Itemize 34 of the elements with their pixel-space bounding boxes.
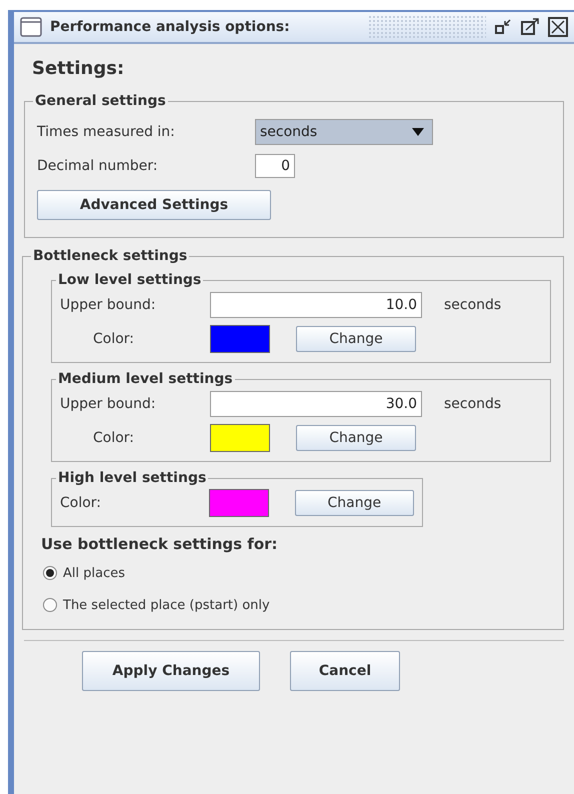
group-title: General settings	[34, 93, 167, 109]
field-label: Upper bound:	[60, 396, 157, 412]
upper-bound-field[interactable]: 10.0	[210, 292, 422, 318]
apply-changes-button[interactable]: Apply Changes	[82, 651, 260, 691]
settings-heading: Settings:	[32, 58, 126, 79]
change-color-button[interactable]: Change	[296, 425, 416, 451]
field-label: Color:	[92, 430, 136, 446]
minimize-icon[interactable]	[494, 18, 512, 36]
unit-label: seconds	[444, 396, 502, 412]
radio-option[interactable]: The selected place (pstart) only	[35, 589, 270, 621]
field-label: Color:	[60, 495, 102, 511]
field-label: Decimal number:	[37, 158, 159, 174]
decimal-number-field[interactable]: 0	[255, 154, 295, 178]
section-label: Use bottleneck settings for:	[41, 535, 279, 553]
upper-bound-field[interactable]: 30.0	[210, 391, 422, 417]
radio-option[interactable]: All places	[35, 557, 125, 589]
cancel-button[interactable]: Cancel	[290, 651, 400, 691]
change-color-button[interactable]: Change	[294, 490, 414, 516]
advanced-settings-button[interactable]: Advanced Settings	[37, 190, 271, 220]
field-label: Upper bound:	[60, 297, 157, 313]
group-title: High level settings	[57, 470, 208, 486]
window-icon	[20, 17, 42, 37]
group-title: Bottleneck settings	[32, 248, 188, 264]
group-title: Low level settings	[57, 272, 202, 288]
group-title: Medium level settings	[57, 371, 234, 387]
time-unit-dropdown[interactable]: seconds	[255, 119, 433, 145]
maximize-icon[interactable]	[520, 17, 540, 37]
unit-label: seconds	[444, 297, 502, 313]
field-label: Times measured in:	[37, 124, 176, 140]
dropdown-arrow-icon	[412, 128, 424, 136]
change-color-button[interactable]: Change	[296, 326, 416, 352]
window-title: Performance analysis options:	[50, 19, 290, 35]
close-icon[interactable]	[548, 17, 568, 37]
field-label: Color:	[92, 331, 136, 347]
